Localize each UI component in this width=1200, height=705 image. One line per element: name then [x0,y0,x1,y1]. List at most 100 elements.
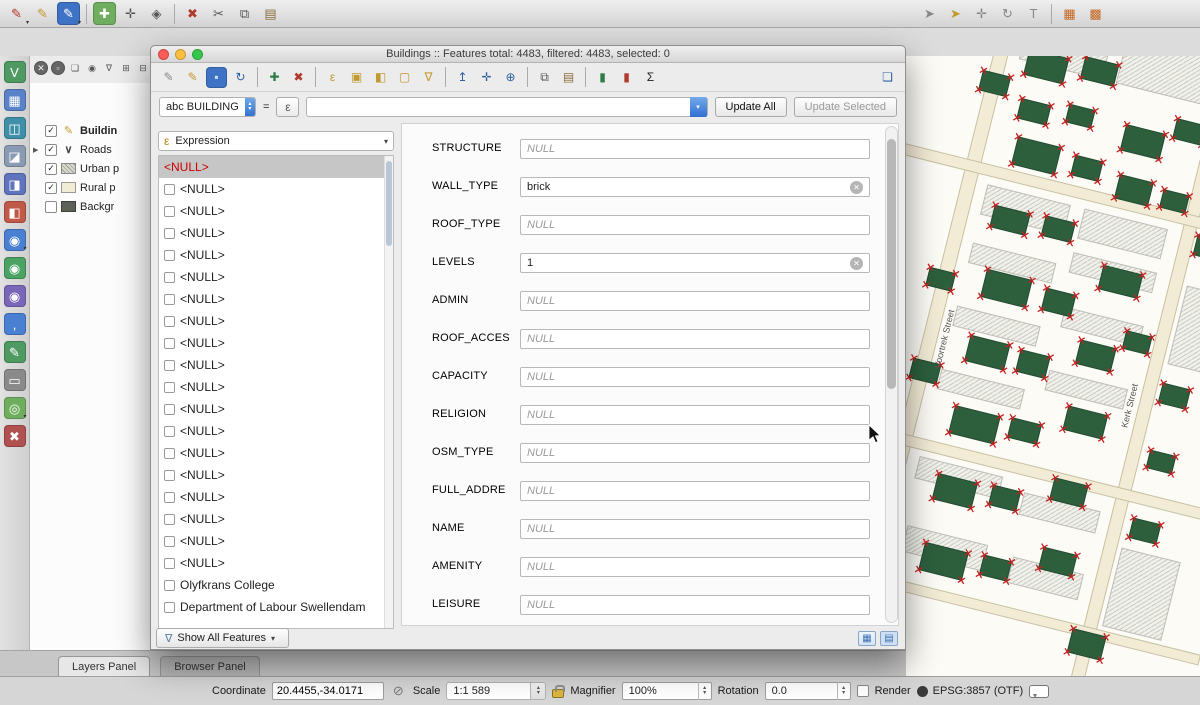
feature-list-item[interactable]: <NULL> [159,442,393,464]
rotation-spinner[interactable]: 0.0 [765,682,851,700]
cut-features-icon[interactable]: ✂ [207,2,230,25]
expression-builder-button[interactable]: ε [276,97,299,117]
remove-layer-icon[interactable]: ✖ [4,425,26,447]
change-label-icon[interactable]: T [1022,2,1045,25]
expand-all-icon[interactable]: ⊞ [119,61,133,75]
pan-to-selected-icon[interactable]: ✛ [476,67,497,88]
feature-checkbox[interactable] [164,404,175,415]
select-all-icon[interactable]: ▣ [346,67,367,88]
messages-icon[interactable] [1029,685,1049,698]
scale-lock-icon[interactable] [552,689,564,698]
delete-selected-features-icon[interactable]: ✖ [288,67,309,88]
panel-close-icon[interactable]: ✕ [34,61,48,75]
node-tool-icon[interactable]: ◈ [145,2,168,25]
feature-list-item[interactable]: <NULL> [159,354,393,376]
copy-features-icon[interactable]: ⧉ [233,2,256,25]
coordinate-input[interactable] [272,682,384,700]
feature-list-item[interactable]: <NULL> [159,398,393,420]
feature-list-item[interactable]: <NULL> [159,486,393,508]
feature-checkbox[interactable] [164,580,175,591]
feature-list-item[interactable]: <NULL> [159,156,393,178]
field-input-admin[interactable]: NULL [520,291,870,311]
feature-filter-combo[interactable]: Expression [158,131,394,151]
toggle-editing-icon[interactable]: ✎ [31,2,54,25]
delete-selected-icon[interactable]: ✖ [181,2,204,25]
heatmap-tool-icon[interactable]: ▩ [1084,2,1107,25]
feature-checkbox[interactable] [164,338,175,349]
feature-checkbox[interactable] [164,470,175,481]
move-selection-top-icon[interactable]: ↥ [452,67,473,88]
feature-checkbox[interactable] [164,426,175,437]
add-delimited-text-layer-icon[interactable]: , [4,313,26,335]
layer-visibility-icon[interactable]: ◉ [85,61,99,75]
scale-stepper-icon[interactable] [530,682,545,700]
feature-checkbox[interactable] [164,492,175,503]
tab-browser-panel[interactable]: Browser Panel [160,656,260,676]
add-raster-layer-icon[interactable]: ▦ [4,89,26,111]
feature-list-item[interactable]: Olyfkrans College [159,574,393,596]
feature-checkbox[interactable] [164,558,175,569]
add-mssql-layer-icon[interactable]: ◨ [4,173,26,195]
add-spatialite-layer-icon[interactable]: ◪ [4,145,26,167]
field-input-name[interactable]: NULL [520,519,870,539]
rotate-label-icon[interactable]: ↻ [996,2,1019,25]
table-manager-icon[interactable]: ▦ [1058,2,1081,25]
feature-list-item[interactable]: <NULL> [159,178,393,200]
field-input-full_addre[interactable]: NULL [520,481,870,501]
magnifier-spinner[interactable]: 100% [622,682,712,700]
reload-table-icon[interactable]: ↻ [230,67,251,88]
zoom-window-button[interactable] [192,49,203,60]
add-oracle-layer-icon[interactable]: ◧ [4,201,26,223]
feature-list-item[interactable]: <NULL> [159,266,393,288]
zoom-to-selected-icon[interactable]: ⊕ [500,67,521,88]
layer-checkbox[interactable]: ✓ [45,163,57,175]
save-edits-icon[interactable]: ▪ [206,67,227,88]
field-value-input[interactable] [307,98,689,116]
layer-item[interactable]: ✓Urban p [30,159,151,178]
new-field-icon[interactable]: ▮ [592,67,613,88]
field-input-levels[interactable]: 1 [520,253,870,273]
feature-checkbox[interactable] [164,382,175,393]
current-edits-icon[interactable]: ✎▾ [5,2,28,25]
dialog-title-bar[interactable]: Buildings :: Features total: 4483, filte… [151,46,905,63]
move-feature-icon[interactable]: ✛ [119,2,142,25]
save-layer-edits-icon[interactable]: ✎▾ [57,2,80,25]
paste-features-icon[interactable]: ▤ [259,2,282,25]
minimize-window-button[interactable] [175,49,186,60]
spinner-arrows-icon[interactable] [698,682,711,700]
multi-edit-icon[interactable]: ✎ [182,67,203,88]
add-postgis-layer-icon[interactable]: ◫ [4,117,26,139]
field-input-roof_type[interactable]: NULL [520,215,870,235]
field-input-wall_type[interactable]: brick [520,177,870,197]
feature-list-item[interactable]: <NULL> [159,288,393,310]
layer-checkbox[interactable]: ✓ [45,144,57,156]
delete-field-icon[interactable]: ▮ [616,67,637,88]
move-label-icon[interactable]: ✛ [970,2,993,25]
filter-selection-icon[interactable]: ∇ [418,67,439,88]
filter-legend-icon[interactable]: ∇ [102,61,116,75]
layer-item[interactable]: ✓Rural p [30,178,151,197]
feature-list-item[interactable]: <NULL> [159,530,393,552]
scale-combo[interactable]: 1:1 589 [446,682,546,700]
feature-checkbox[interactable] [164,448,175,459]
feature-list-item[interactable]: <NULL> [159,332,393,354]
crs-status-button[interactable]: EPSG:3857 (OTF) [917,685,1023,697]
table-view-toggle-icon[interactable]: ▦ [858,631,876,646]
feature-list-scrollbar[interactable] [384,156,393,628]
show-all-features-button[interactable]: Show All Features [156,628,289,648]
tab-layers-panel[interactable]: Layers Panel [58,656,150,676]
feature-list-item[interactable]: <NULL> [159,244,393,266]
feature-list-item[interactable]: <NULL> [159,552,393,574]
invert-selection-icon[interactable]: ◧ [370,67,391,88]
expander-icon[interactable]: ▶ [33,146,41,154]
layer-checkbox[interactable]: ✓ [45,125,57,137]
feature-list-item[interactable]: <NULL> [159,310,393,332]
add-feature-icon[interactable]: ✚ [264,67,285,88]
clear-value-icon[interactable] [850,181,863,194]
layer-item[interactable]: ▶✓Roads [30,140,151,159]
add-feature-icon[interactable]: ✚ [93,2,116,25]
field-combo[interactable]: abc BUILDING [159,97,256,117]
field-input-leisure[interactable]: NULL [520,595,870,615]
clear-value-icon[interactable] [850,257,863,270]
layer-item[interactable]: Backgr [30,197,151,216]
